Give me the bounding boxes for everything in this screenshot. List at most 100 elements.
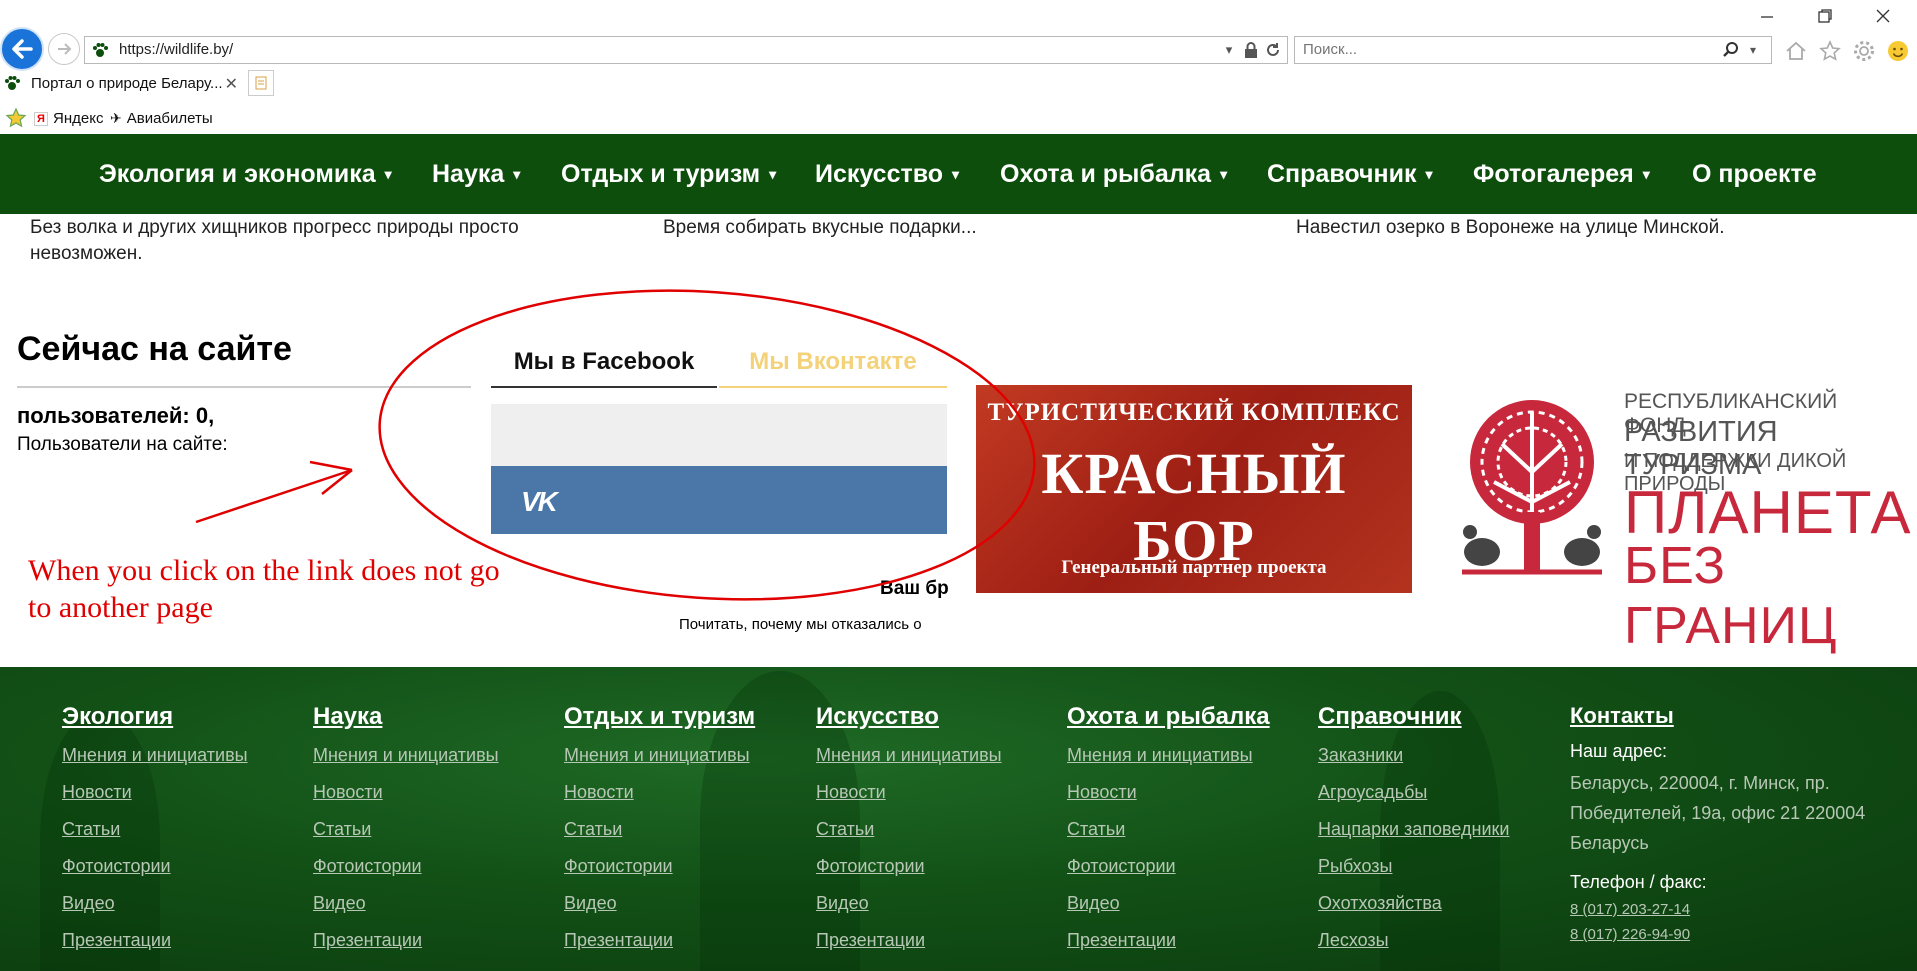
banner-planeta-bez-granic[interactable]: РЕСПУБЛИКАНСКИЙ ФОНД РАЗВИТИЯ ТУРИЗМА И … <box>1446 386 1911 655</box>
footer-link[interactable]: Заказники <box>1318 745 1509 766</box>
footer-link[interactable]: Лесхозы <box>1318 930 1509 951</box>
footer-link[interactable]: Мнения и инициативы <box>564 745 755 766</box>
refresh-icon[interactable] <box>1263 40 1283 60</box>
search-dropdown-icon[interactable]: ▾ <box>1743 40 1763 60</box>
browser-tab[interactable]: Портал о природе Белару... ✕ <box>0 68 246 98</box>
footer-link[interactable]: Фотоистории <box>564 856 755 877</box>
new-tab-icon <box>255 76 267 90</box>
article-title-truncated[interactable]: Ваш бр <box>880 578 949 600</box>
caret-down-icon: ▾ <box>1642 165 1650 182</box>
banner-title: КРАСНЫЙ БОР <box>1041 441 1347 573</box>
footer-link[interactable]: Фотоистории <box>62 856 248 877</box>
footer-link[interactable]: Фотоистории <box>816 856 1002 877</box>
nav-item-art[interactable]: Искусство ▾ <box>815 134 959 214</box>
address-bar[interactable]: https://wildlife.by/ ▾ <box>84 36 1288 64</box>
star-icon[interactable] <box>1816 37 1844 65</box>
footer-link[interactable]: Новости <box>313 782 499 803</box>
lock-icon[interactable] <box>1241 40 1261 60</box>
search-box[interactable]: ▾ <box>1294 36 1772 64</box>
footer-link[interactable]: Мнения и инициативы <box>313 745 499 766</box>
footer-link[interactable]: Презентации <box>816 930 1002 951</box>
banner-krasny-bor[interactable]: ТУРИСТИЧЕСКИЙ КОМПЛЕКС КРАСНЫЙ БОР Генер… <box>976 385 1412 593</box>
forward-button[interactable] <box>48 33 80 65</box>
footer-link[interactable]: Видео <box>564 893 755 914</box>
footer-link[interactable]: Новости <box>564 782 755 803</box>
footer-link[interactable]: Рыбхозы <box>1318 856 1509 877</box>
phone-label: Телефон / факс: <box>1570 872 1707 892</box>
arrow-right-icon <box>58 43 72 55</box>
annotation-arrowhead <box>309 460 353 495</box>
footer-link[interactable]: Статьи <box>1067 819 1270 840</box>
nav-label: Справочник <box>1267 159 1417 188</box>
footer-column: Экология Мнения и инициативы Новости Ста… <box>62 703 248 951</box>
footer-link[interactable]: Видео <box>313 893 499 914</box>
footer-heading[interactable]: Справочник <box>1318 703 1509 731</box>
banner-line: Генеральный партнер проекта <box>1061 557 1327 578</box>
tab-facebook[interactable]: Мы в Facebook <box>491 338 717 388</box>
footer-link[interactable]: Презентации <box>313 930 499 951</box>
online-users-count: пользователей: 0, <box>17 403 215 428</box>
footer-link[interactable]: Видео <box>62 893 248 914</box>
footer-link[interactable]: Нацпарки заповедники <box>1318 819 1509 840</box>
footer-link[interactable]: Статьи <box>564 819 755 840</box>
url-text[interactable]: https://wildlife.by/ <box>119 41 233 58</box>
new-tab-button[interactable] <box>248 70 274 96</box>
nav-item-hunting[interactable]: Охота и рыбалка ▾ <box>1000 134 1227 214</box>
nav-label: Фотогалерея <box>1473 159 1634 188</box>
footer-link[interactable]: Видео <box>816 893 1002 914</box>
footer-heading[interactable]: Отдых и туризм <box>564 703 755 731</box>
footer-link[interactable]: Агроусадьбы <box>1318 782 1509 803</box>
nav-item-gallery[interactable]: Фотогалерея ▾ <box>1473 134 1650 214</box>
footer-heading[interactable]: Искусство <box>816 703 1002 731</box>
footer-link[interactable]: Статьи <box>313 819 499 840</box>
footer-link[interactable]: Новости <box>62 782 248 803</box>
footer-link[interactable]: Видео <box>1067 893 1270 914</box>
vk-widget-link[interactable]: VK <box>491 466 947 534</box>
restore-icon[interactable] <box>1810 4 1840 28</box>
search-icon[interactable] <box>1721 40 1741 60</box>
footer-link[interactable]: Презентации <box>62 930 248 951</box>
footer-link[interactable]: Мнения и инициативы <box>1067 745 1270 766</box>
gear-icon[interactable] <box>1850 37 1878 65</box>
footer-heading[interactable]: Наука <box>313 703 499 731</box>
footer-link[interactable]: Мнения и инициативы <box>62 745 248 766</box>
footer-link[interactable]: Фотоистории <box>313 856 499 877</box>
favorite-aviabilety[interactable]: ✈ Авиабилеты <box>110 110 213 127</box>
close-window-icon[interactable] <box>1868 4 1898 28</box>
home-icon[interactable] <box>1782 37 1810 65</box>
footer-column: Искусство Мнения и инициативы Новости Ст… <box>816 703 1002 951</box>
article-snippet[interactable]: Время собирать вкусные подарки... <box>663 215 1223 241</box>
minimize-icon[interactable] <box>1752 4 1782 28</box>
article-snippet[interactable]: Навестил озерко в Воронеже на улице Минс… <box>1296 215 1856 241</box>
footer-link[interactable]: Новости <box>816 782 1002 803</box>
footer-link[interactable]: Охотхозяйства <box>1318 893 1509 914</box>
footer-link[interactable]: Мнения и инициативы <box>816 745 1002 766</box>
footer-link[interactable]: Фотоистории <box>1067 856 1270 877</box>
footer-link[interactable]: Статьи <box>816 819 1002 840</box>
footer-link[interactable]: Новости <box>1067 782 1270 803</box>
dropdown-icon[interactable]: ▾ <box>1219 40 1239 60</box>
article-snippet[interactable]: Без волка и других хищников прогресс при… <box>30 215 590 267</box>
search-input[interactable] <box>1303 41 1703 58</box>
article-teaser-truncated[interactable]: Почитать, почему мы отказались о <box>679 616 922 633</box>
nav-item-science[interactable]: Наука ▾ <box>432 134 520 214</box>
caret-down-icon: ▾ <box>952 165 960 182</box>
footer-link[interactable]: Презентации <box>564 930 755 951</box>
favorite-yandex[interactable]: Я Яндекс <box>34 110 103 127</box>
footer-heading[interactable]: Контакты <box>1570 703 1890 729</box>
nav-item-tourism[interactable]: Отдых и туризм ▾ <box>561 134 776 214</box>
tab-vkontakte[interactable]: Мы Вконтакте <box>719 338 947 388</box>
phone-link[interactable]: 8 (017) 203-27-14 <box>1570 901 1890 918</box>
smiley-icon[interactable] <box>1884 37 1912 65</box>
nav-item-ecology[interactable]: Экология и экономика ▾ <box>99 134 392 214</box>
nav-item-about[interactable]: О проекте <box>1692 134 1817 214</box>
favorites-star-icon[interactable] <box>4 106 28 130</box>
footer-heading[interactable]: Охота и рыбалка <box>1067 703 1270 731</box>
nav-item-reference[interactable]: Справочник ▾ <box>1267 134 1433 214</box>
footer-link[interactable]: Презентации <box>1067 930 1270 951</box>
back-button[interactable] <box>0 27 44 71</box>
close-tab-icon[interactable]: ✕ <box>225 74 238 94</box>
footer-heading[interactable]: Экология <box>62 703 248 731</box>
phone-link[interactable]: 8 (017) 226-94-90 <box>1570 926 1890 943</box>
footer-link[interactable]: Статьи <box>62 819 248 840</box>
